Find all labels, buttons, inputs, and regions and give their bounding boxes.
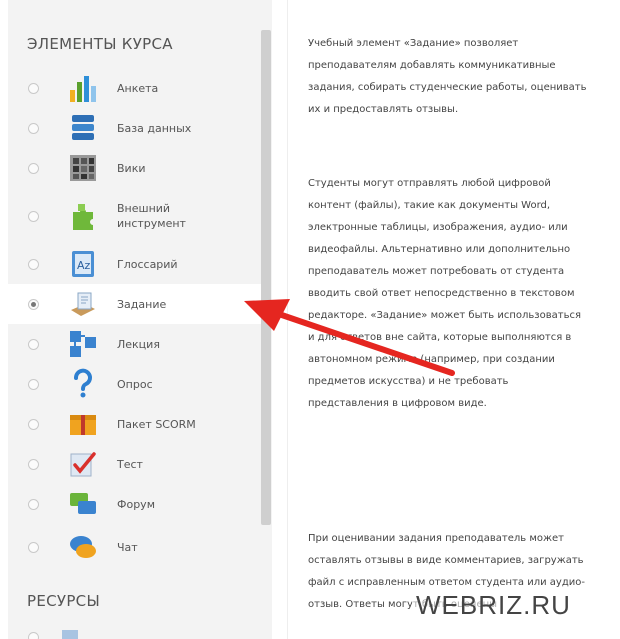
section-title-course-elements: ЭЛЕМЕНТЫ КУРСА [27, 35, 173, 53]
activity-item-quiz[interactable]: Тест [8, 444, 266, 484]
red-arrow-annotation [244, 299, 455, 376]
radio-button-checked[interactable] [28, 298, 39, 310]
scorm-package-icon [70, 415, 96, 435]
activity-item-glossary[interactable]: Az Глоссарий [8, 244, 266, 284]
radio-button[interactable] [28, 632, 39, 639]
glossary-icon: Az [72, 251, 94, 277]
activity-item-label: Чат [117, 540, 138, 554]
activity-item-label: Глоссарий [117, 257, 178, 271]
database-icon [72, 115, 94, 140]
activity-item-label: Вики [117, 161, 146, 175]
activity-item-label: Пакет SCORM [117, 417, 196, 431]
radio-button[interactable] [28, 210, 39, 222]
assignment-icon [71, 292, 95, 316]
radio-button[interactable] [28, 498, 39, 510]
activity-item-poll[interactable]: Опрос [8, 364, 266, 404]
activity-item-label: Опрос [117, 377, 153, 391]
resource-file-icon [62, 630, 78, 639]
radio-button[interactable] [28, 258, 39, 270]
radio-button[interactable] [28, 122, 39, 134]
radio-button[interactable] [28, 541, 39, 553]
question-mark-icon [74, 368, 92, 398]
forum-icon [70, 493, 96, 514]
svg-text:Az: Az [77, 259, 91, 272]
activity-item-label: База данных [117, 121, 192, 135]
radio-button[interactable] [28, 378, 39, 390]
activity-item-database[interactable]: База данных [8, 108, 266, 148]
activity-item-scorm[interactable]: Пакет SCORM [8, 404, 266, 444]
activity-item-label: Лекция [117, 337, 160, 351]
watermark: WEBRIZ.RU [412, 590, 575, 621]
radio-button[interactable] [28, 418, 39, 430]
activity-item-label: Форум [117, 497, 155, 511]
quiz-icon [70, 452, 96, 477]
activity-item-label: Тест [117, 457, 143, 471]
radio-button[interactable] [28, 82, 39, 94]
puzzle-icon [73, 204, 93, 230]
activity-item-label: Задание [117, 297, 167, 311]
description-paragraph-1: Учебный элемент «Задание» позволяет преп… [308, 38, 587, 115]
activity-item-chat[interactable]: Чат [8, 527, 266, 567]
survey-bars-icon [70, 76, 96, 102]
lesson-icon [70, 331, 96, 357]
radio-button[interactable] [28, 338, 39, 350]
activity-item-label: Анкета [117, 81, 159, 95]
activity-item-survey[interactable]: Анкета [8, 68, 266, 108]
radio-button[interactable] [28, 162, 39, 174]
activity-item-lesson[interactable]: Лекция [8, 324, 266, 364]
activity-item-assignment[interactable]: Задание [8, 284, 266, 324]
scrollbar-thumb[interactable] [261, 30, 271, 525]
radio-button[interactable] [28, 458, 39, 470]
activity-item-label: Внешний инструмент [117, 202, 186, 230]
section-title-resources: РЕСУРСЫ [27, 592, 100, 610]
activity-item-forum[interactable]: Форум [8, 484, 266, 524]
activity-item-external-tool[interactable]: Внешний инструмент [8, 191, 266, 241]
chat-icon [70, 536, 96, 558]
activity-item-wiki[interactable]: Вики [8, 148, 266, 188]
wiki-icon [70, 155, 96, 181]
